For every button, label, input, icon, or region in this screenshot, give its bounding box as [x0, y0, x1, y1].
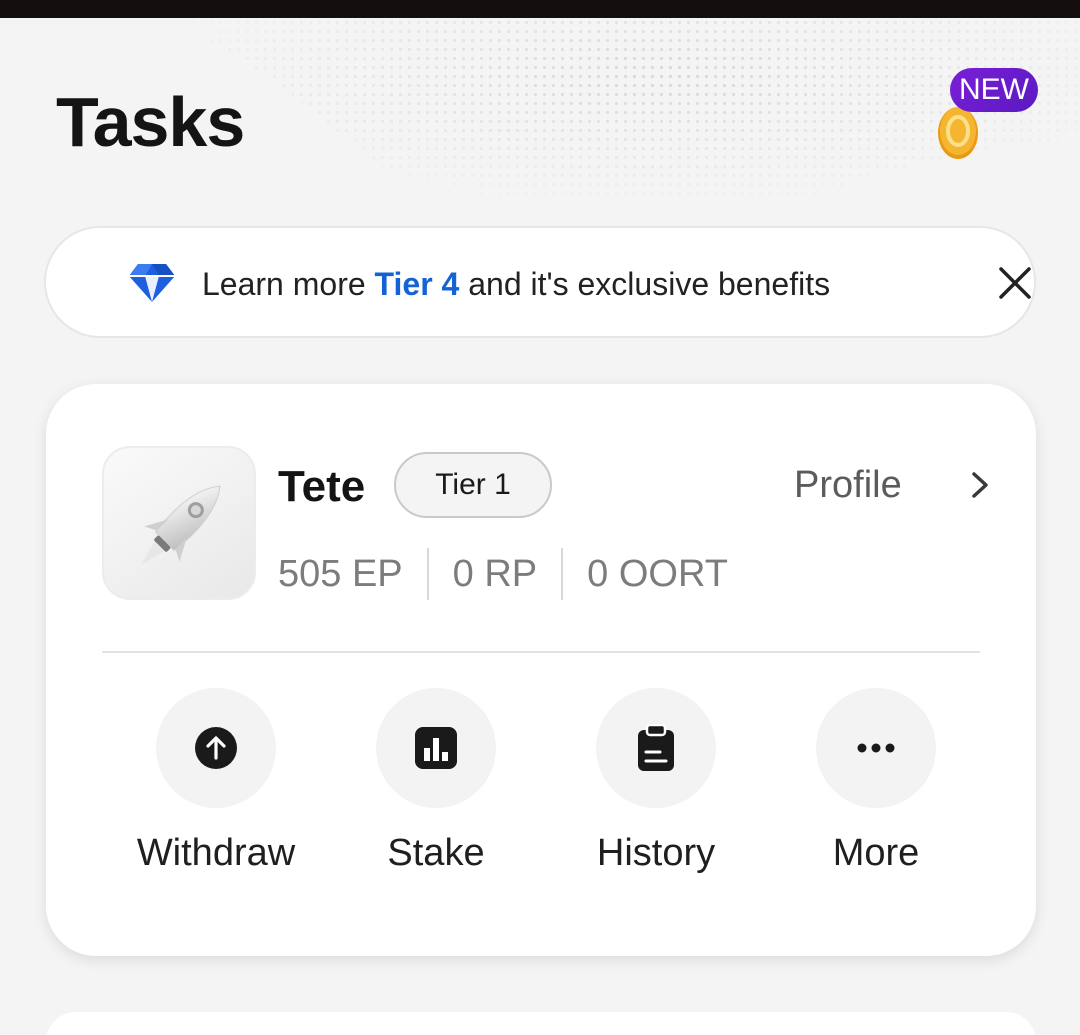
close-icon	[999, 267, 1031, 299]
stats-row: 505 EP 0 RP 0 OORT	[278, 548, 728, 600]
arrow-up-circle-icon	[195, 727, 237, 769]
banner-prefix: Learn more	[202, 266, 366, 302]
next-card-peek	[46, 1012, 1036, 1035]
stake-button[interactable]: Stake	[326, 688, 546, 878]
more-dots-icon	[857, 743, 895, 753]
profile-link-label: Profile	[794, 463, 902, 506]
history-label: History	[596, 832, 716, 874]
history-icon-circle	[596, 688, 716, 808]
stat-ep: 505 EP	[278, 552, 403, 595]
tier-badge[interactable]: Tier 1	[394, 452, 552, 518]
more-icon-circle	[816, 688, 936, 808]
status-bar	[0, 0, 1080, 18]
rocket-icon	[140, 485, 221, 566]
stake-label: Stake	[387, 832, 485, 874]
bar-chart-icon	[415, 727, 457, 769]
stat-oort: 0 OORT	[587, 552, 728, 595]
profile-card: Tete Tier 1 Profile 505 EP 0 RP 0 OORT W…	[46, 384, 1036, 956]
chevron-right-icon	[972, 472, 988, 498]
action-row: Withdraw Stake History More	[106, 688, 986, 878]
clipboard-icon	[638, 724, 674, 771]
page-title: Tasks	[56, 83, 245, 161]
stat-rp: 0 RP	[452, 552, 538, 595]
avatar[interactable]	[102, 446, 256, 600]
more-label: More	[832, 832, 920, 874]
banner-suffix: and it's exclusive benefits	[468, 266, 831, 302]
user-name: Tete	[278, 462, 366, 511]
close-banner-button[interactable]	[990, 258, 1040, 308]
withdraw-icon-circle	[156, 688, 276, 808]
diamond-icon	[129, 264, 175, 302]
banner-tier-link[interactable]: Tier 4	[375, 266, 460, 302]
profile-link[interactable]: Profile	[794, 462, 990, 508]
rewards-button[interactable]: NEW	[930, 66, 1042, 166]
withdraw-button[interactable]: Withdraw	[106, 688, 326, 878]
banner-text: Learn more Tier 4 and it's exclusive ben…	[202, 266, 830, 303]
stat-divider	[426, 548, 429, 600]
tier-banner[interactable]: Learn more Tier 4 and it's exclusive ben…	[44, 226, 1036, 338]
history-button[interactable]: History	[546, 688, 766, 878]
more-button[interactable]: More	[766, 688, 986, 878]
stat-divider	[561, 548, 564, 600]
new-badge: NEW	[950, 68, 1038, 112]
card-divider	[102, 651, 980, 653]
withdraw-label: Withdraw	[136, 832, 296, 874]
stake-icon-circle	[376, 688, 496, 808]
